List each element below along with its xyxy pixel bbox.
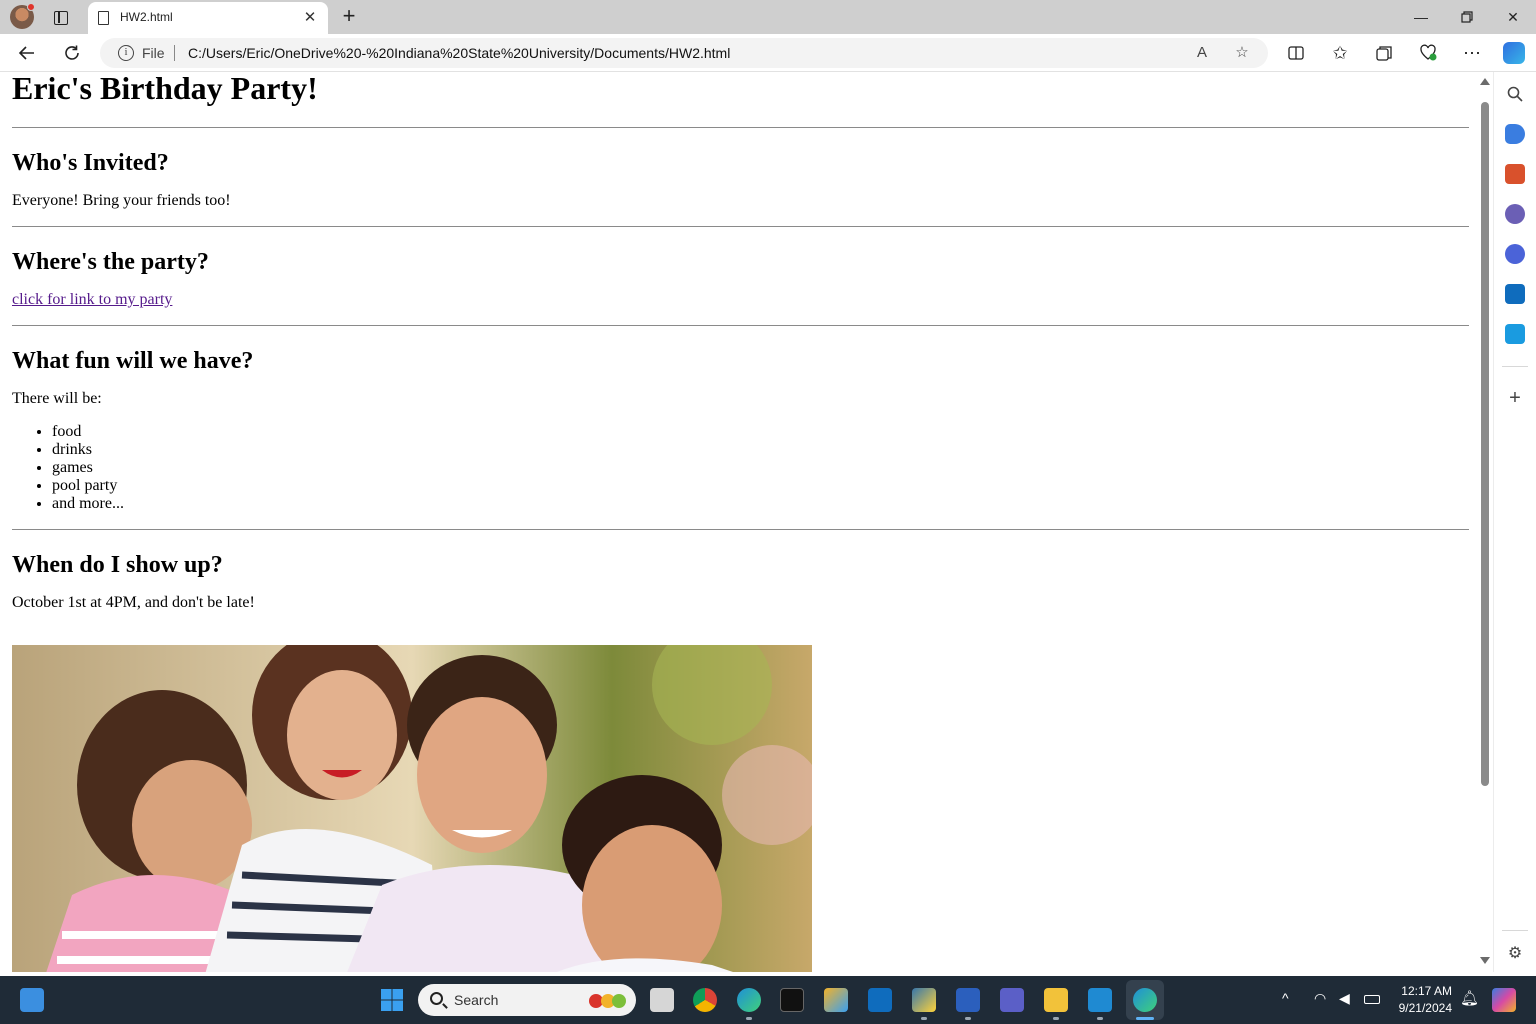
- tab-title: HW2.html: [120, 10, 173, 24]
- scroll-thumb[interactable]: [1481, 102, 1489, 786]
- word-icon[interactable]: [956, 988, 980, 1012]
- scroll-down-arrow-icon[interactable]: [1480, 957, 1490, 964]
- drop-icon[interactable]: [1505, 324, 1525, 344]
- divider: [12, 226, 1469, 227]
- browser-essentials-icon[interactable]: [1417, 42, 1439, 64]
- address-bar[interactable]: i File C:/Users/Eric/OneDrive%20-%20Indi…: [100, 38, 1268, 68]
- refresh-icon[interactable]: [61, 42, 83, 64]
- more-options-icon[interactable]: ⋯: [1461, 42, 1483, 64]
- page-title: Eric's Birthday Party!: [12, 72, 318, 106]
- teams-icon[interactable]: [1000, 988, 1024, 1012]
- edge-dev-icon[interactable]: [737, 988, 761, 1012]
- tools-icon[interactable]: [1505, 164, 1525, 184]
- sidebar-separator: [1502, 930, 1528, 931]
- vscode-icon[interactable]: [1088, 988, 1112, 1012]
- battery-icon[interactable]: [1364, 995, 1380, 1004]
- windows-taskbar: Search ^ ◠ ◀ 12:17 AM 9/21/2024 🔔︎: [0, 976, 1536, 1024]
- divider: [12, 127, 1469, 128]
- search-icon[interactable]: [1505, 84, 1525, 104]
- section-heading-when: When do I show up?: [12, 552, 223, 578]
- section-heading-where: Where's the party?: [12, 249, 209, 275]
- read-aloud-icon[interactable]: A: [1192, 43, 1212, 63]
- wifi-icon[interactable]: ◠: [1314, 990, 1326, 1007]
- favorites-icon[interactable]: ✩: [1329, 42, 1351, 64]
- microsoft-store-icon[interactable]: [824, 988, 848, 1012]
- settings-gear-icon[interactable]: ⚙: [1505, 944, 1525, 964]
- microsoft-365-icon[interactable]: [1505, 244, 1525, 264]
- running-indicator: [965, 1017, 971, 1020]
- list-item: pool party: [52, 477, 1469, 495]
- widgets-icon[interactable]: [20, 988, 44, 1012]
- file-explorer-icon[interactable]: [1044, 988, 1068, 1012]
- back-arrow-icon[interactable]: [16, 42, 38, 64]
- restore-button[interactable]: [1444, 6, 1490, 28]
- info-icon[interactable]: i: [118, 45, 134, 61]
- split-screen-icon[interactable]: [1285, 42, 1307, 64]
- file-scheme-label: File: [142, 45, 165, 61]
- fun-intro-text: There will be:: [12, 390, 102, 407]
- new-tab-button[interactable]: +: [338, 4, 360, 28]
- invited-text: Everyone! Bring your friends too!: [12, 192, 231, 209]
- url-text[interactable]: C:/Users/Eric/OneDrive%20-%20Indiana%20S…: [188, 45, 730, 61]
- shopping-tag-icon[interactable]: [1505, 124, 1525, 144]
- active-indicator: [1136, 1017, 1154, 1020]
- party-link[interactable]: click for link to my party: [12, 291, 172, 308]
- close-window-button[interactable]: ✕: [1490, 6, 1536, 28]
- section-heading-invited: Who's Invited?: [12, 150, 169, 176]
- minimize-button[interactable]: —: [1398, 6, 1444, 28]
- close-tab-icon[interactable]: ✕: [302, 8, 318, 26]
- taskbar-search-box[interactable]: Search: [418, 984, 636, 1016]
- collections-icon[interactable]: [1373, 42, 1395, 64]
- search-icon: [430, 992, 443, 1005]
- python-icon[interactable]: [912, 988, 936, 1012]
- favorite-star-icon[interactable]: ☆: [1232, 43, 1252, 63]
- profile-notification-dot: [27, 3, 35, 11]
- list-item: games: [52, 459, 1469, 477]
- edge-icon[interactable]: [1133, 988, 1157, 1012]
- add-icon[interactable]: +: [1505, 388, 1525, 408]
- copilot-taskbar-icon[interactable]: [1492, 988, 1516, 1012]
- page-viewport: Eric's Birthday Party! Who's Invited? Ev…: [4, 72, 1477, 972]
- running-indicator: [1097, 1017, 1103, 1020]
- fun-list: food drinks games pool party and more...: [12, 423, 1469, 513]
- scroll-up-arrow-icon[interactable]: [1480, 78, 1490, 85]
- games-icon[interactable]: [1505, 204, 1525, 224]
- running-indicator: [921, 1017, 927, 1020]
- browser-tab-bar: HW2.html ✕ + — ✕: [0, 0, 1536, 34]
- sidebar-separator: [1502, 366, 1528, 367]
- address-separator: [174, 45, 175, 61]
- volume-icon[interactable]: ◀: [1339, 990, 1350, 1007]
- task-view-icon[interactable]: [650, 988, 674, 1012]
- divider: [12, 325, 1469, 326]
- edge-sidebar: + ⚙: [1493, 72, 1536, 972]
- chrome-icon[interactable]: [693, 988, 717, 1012]
- running-indicator: [746, 1017, 752, 1020]
- list-item: food: [52, 423, 1469, 441]
- browser-toolbar: i File C:/Users/Eric/OneDrive%20-%20Indi…: [0, 34, 1536, 72]
- tab-hw2[interactable]: HW2.html ✕: [88, 2, 328, 34]
- search-highlight-icon: [586, 990, 628, 1010]
- start-windows-icon[interactable]: [380, 988, 404, 1012]
- clock-date[interactable]: 9/21/2024: [1392, 1001, 1452, 1015]
- divider: [12, 529, 1469, 530]
- family-birthday-photo: [12, 645, 812, 972]
- document: Eric's Birthday Party! Who's Invited? Ev…: [12, 72, 1469, 972]
- clock-time[interactable]: 12:17 AM: [1392, 984, 1452, 998]
- terminal-icon[interactable]: [780, 988, 804, 1012]
- list-item: and more...: [52, 495, 1469, 513]
- search-label: Search: [454, 992, 499, 1008]
- notification-bell-icon[interactable]: 🔔︎: [1460, 989, 1479, 1007]
- show-hidden-icons-icon[interactable]: ^: [1282, 990, 1289, 1006]
- section-heading-fun: What fun will we have?: [12, 348, 254, 374]
- when-text: October 1st at 4PM, and don't be late!: [12, 594, 255, 611]
- tab-actions-icon[interactable]: [50, 7, 70, 27]
- vertical-scrollbar[interactable]: [1477, 72, 1493, 972]
- copilot-icon[interactable]: [1503, 42, 1525, 64]
- list-item: drinks: [52, 441, 1469, 459]
- outlook-icon[interactable]: [1505, 284, 1525, 304]
- running-indicator: [1053, 1017, 1059, 1020]
- file-icon: [98, 11, 109, 25]
- outlook-taskbar-icon[interactable]: [868, 988, 892, 1012]
